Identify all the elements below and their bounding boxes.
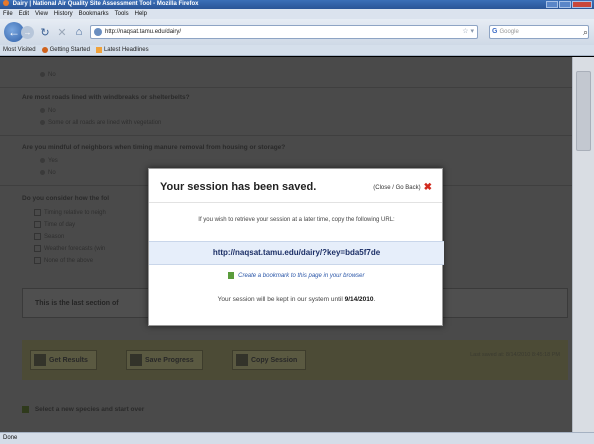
question-neighbors: Are you mindful of neighbors when timing…: [22, 144, 286, 151]
google-icon[interactable]: G: [492, 26, 497, 38]
button-label: Copy Session: [251, 357, 298, 364]
last-saved-timestamp: Last saved at: 8/14/2010 8:45:18 PM: [470, 352, 560, 358]
menu-view[interactable]: View: [35, 9, 48, 19]
copy-session-button[interactable]: Copy Session: [232, 350, 307, 370]
home-icon[interactable]: ⌂: [73, 26, 85, 38]
save-progress-button[interactable]: Save Progress: [126, 350, 203, 370]
menu-file[interactable]: File: [3, 9, 13, 19]
close-label: (Close / Go Back): [373, 185, 421, 191]
divider: [0, 135, 572, 136]
new-species-link[interactable]: Select a new species and start over: [22, 406, 144, 413]
bookmark-label: Latest Headlines: [103, 46, 149, 53]
menu-bookmarks[interactable]: Bookmarks: [79, 9, 109, 19]
close-icon[interactable]: ✖: [424, 183, 432, 193]
radio-option[interactable]: Some or all roads are lined with vegetat…: [40, 120, 161, 126]
bookmark-latest-headlines[interactable]: Latest Headlines: [95, 45, 149, 55]
divider: [0, 87, 572, 88]
status-bar: Done: [0, 432, 594, 444]
checkbox-option[interactable]: Time of day: [34, 221, 75, 228]
menu-history[interactable]: History: [54, 9, 73, 19]
get-results-button[interactable]: Get Results: [30, 350, 97, 370]
radio-option[interactable]: No: [40, 108, 56, 114]
question-consider: Do you consider how the fol: [22, 195, 110, 202]
bookmark-label: Getting Started: [49, 46, 90, 53]
search-box[interactable]: G Google ⌕: [489, 25, 589, 39]
floppy-disk-icon: [236, 354, 248, 366]
bookmark-label: Most Visited: [3, 46, 36, 53]
scrollbar-thumb[interactable]: [576, 71, 591, 151]
vertical-scrollbar[interactable]: [572, 57, 594, 432]
reload-icon[interactable]: ↻: [39, 26, 51, 39]
site-favicon-icon: [94, 28, 102, 36]
session-expiry-text: Your session will be kept in our system …: [149, 296, 444, 303]
navigation-toolbar: ← → ↻ ✕ ⌂ http://naqsat.tamu.edu/dairy/ …: [0, 19, 594, 45]
action-bar: Get Results Save Progress Copy Session L…: [22, 340, 568, 380]
search-placeholder: Google: [499, 29, 519, 35]
create-bookmark-link[interactable]: Create a bookmark to this page in your b…: [149, 272, 444, 279]
radio-option[interactable]: No: [40, 170, 56, 176]
radio-option[interactable]: No: [40, 72, 56, 78]
session-url[interactable]: http://naqsat.tamu.edu/dairy/?key=bda5f7…: [149, 241, 444, 265]
firefox-icon: [3, 0, 9, 7]
search-icon[interactable]: ⌕: [577, 26, 588, 38]
button-label: Save Progress: [145, 357, 194, 364]
button-label: Get Results: [49, 357, 88, 364]
bookmark-most-visited[interactable]: Most Visited: [3, 45, 36, 55]
refresh-icon: [22, 406, 29, 413]
rss-icon: [95, 47, 102, 53]
menu-bar: File Edit View History Bookmarks Tools H…: [0, 9, 594, 19]
bookmark-getting-started[interactable]: Getting Started: [41, 45, 90, 55]
window-title: Dairy | National Air Quality Site Assess…: [12, 1, 199, 7]
maximize-button[interactable]: [559, 1, 571, 8]
expiry-date: 9/14/2010: [344, 296, 374, 303]
dialog-header: Your session has been saved. (Close / Go…: [149, 169, 442, 203]
checkbox-option[interactable]: Season: [34, 233, 64, 240]
window-controls: [546, 1, 592, 8]
bookmarks-toolbar: Most Visited Getting Started Latest Head…: [0, 45, 594, 56]
checkbox-option[interactable]: None of the above: [34, 257, 93, 264]
minimize-button[interactable]: [546, 1, 558, 8]
link-label: Create a bookmark to this page in your b…: [238, 273, 365, 280]
session-saved-dialog: Your session has been saved. (Close / Go…: [148, 168, 444, 326]
checkbox-option[interactable]: Weather forecasts (win: [34, 245, 105, 252]
firefox-icon: [41, 47, 48, 53]
dialog-instructions: If you wish to retrieve your session at …: [198, 217, 395, 223]
checkbox-option[interactable]: Timing relative to neigh: [34, 209, 106, 216]
results-icon: [34, 354, 46, 366]
address-bar[interactable]: http://naqsat.tamu.edu/dairy/ ☆ ▾: [90, 25, 478, 39]
close-window-button[interactable]: [572, 1, 592, 8]
link-label: Select a new species and start over: [34, 406, 145, 414]
menu-edit[interactable]: Edit: [19, 9, 29, 19]
question-windbreaks: Are most roads lined with windbreaks or …: [22, 94, 190, 101]
floppy-disk-icon: [130, 354, 142, 366]
window-titlebar: Dairy | National Air Quality Site Assess…: [0, 0, 594, 9]
expiry-suffix: .: [373, 296, 376, 303]
menu-help[interactable]: Help: [135, 9, 147, 19]
expiry-prefix: Your session will be kept in our system …: [217, 296, 343, 303]
radio-option[interactable]: Yes: [40, 158, 58, 164]
bookmark-star-icon[interactable]: ☆ ▾: [462, 26, 474, 38]
dialog-title: Your session has been saved.: [160, 181, 317, 193]
close-go-back-button[interactable]: (Close / Go Back) ✖: [373, 183, 432, 193]
bookmark-icon: [228, 272, 235, 279]
menu-tools[interactable]: Tools: [115, 9, 129, 19]
stop-icon[interactable]: ✕: [56, 26, 68, 39]
address-url: http://naqsat.tamu.edu/dairy/: [105, 29, 182, 35]
forward-button[interactable]: →: [21, 25, 34, 39]
